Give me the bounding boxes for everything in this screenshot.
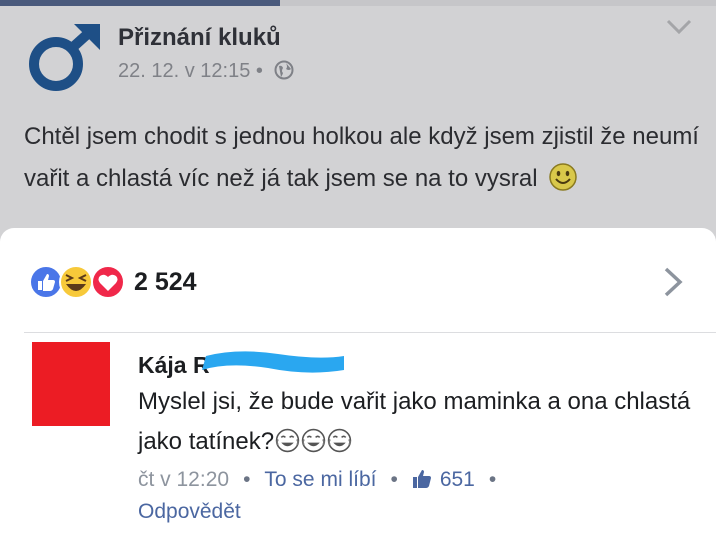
smiley-icon bbox=[549, 163, 577, 191]
action-separator: • bbox=[243, 468, 251, 491]
thumbs-up-icon bbox=[412, 470, 431, 488]
chevron-down-icon[interactable] bbox=[664, 16, 694, 38]
action-separator: • bbox=[488, 468, 497, 491]
globe-icon bbox=[274, 60, 294, 80]
comment-actions: čt v 12:20 • To se mi líbí • 651 • bbox=[138, 468, 510, 492]
haha-icon bbox=[59, 265, 93, 299]
comment-body: Myslel jsi, že bude vařit jako maminka a… bbox=[138, 388, 691, 455]
meta-separator: • bbox=[255, 60, 263, 82]
male-symbol-logo-icon[interactable] bbox=[24, 22, 104, 94]
post-text: Chtěl jsem chodit s jednou holkou ale kd… bbox=[24, 116, 704, 200]
post-meta: 22. 12. v 12:15 • bbox=[118, 60, 294, 83]
comment-text: Myslel jsi, že bude vařit jako maminka a… bbox=[138, 382, 708, 462]
post: Přiznání kluků 22. 12. v 12:15 • Chtěl j… bbox=[0, 6, 716, 226]
reply-button[interactable]: Odpovědět bbox=[138, 500, 241, 524]
like-button[interactable]: To se mi líbí bbox=[264, 468, 376, 491]
tears-of-joy-icon bbox=[275, 428, 300, 453]
page-name[interactable]: Přiznání kluků bbox=[118, 24, 281, 52]
love-icon bbox=[91, 265, 125, 299]
comment-time[interactable]: čt v 12:20 bbox=[138, 468, 229, 491]
chevron-right-icon[interactable] bbox=[660, 264, 686, 300]
tears-of-joy-icon bbox=[327, 428, 352, 453]
post-body: Chtěl jsem chodit s jednou holkou ale kd… bbox=[24, 123, 699, 192]
avatar[interactable] bbox=[32, 342, 110, 426]
tears-of-joy-icon bbox=[301, 428, 326, 453]
redaction-scribble bbox=[202, 351, 344, 373]
reaction-count[interactable]: 2 524 bbox=[134, 268, 197, 297]
post-timestamp[interactable]: 22. 12. v 12:15 bbox=[118, 60, 250, 82]
reactions-sheet: 2 524 Kája R Myslel jsi, že bude vařit j… bbox=[0, 228, 716, 548]
like-count: 651 bbox=[439, 468, 475, 491]
divider bbox=[24, 332, 716, 333]
like-count-button[interactable]: 651 bbox=[412, 468, 475, 491]
action-separator: • bbox=[390, 468, 398, 491]
